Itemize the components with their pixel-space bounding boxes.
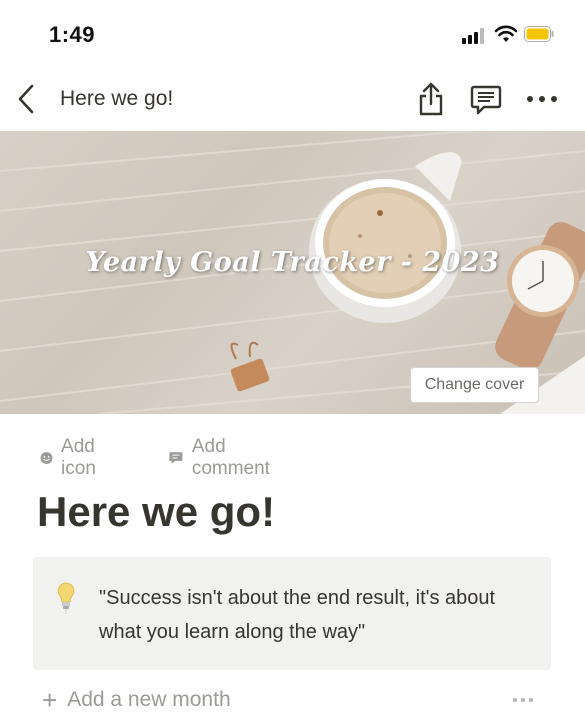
nav-bar: Here we go!: [0, 72, 585, 128]
signal-icon: [462, 28, 488, 44]
comment-bubble-icon: [169, 452, 183, 464]
lightbulb-icon: [57, 582, 75, 614]
add-new-month-label: Add a new month: [67, 688, 231, 711]
back-chevron-icon[interactable]: [12, 80, 42, 118]
callout-block[interactable]: "Success isn't about the end result, it'…: [33, 557, 551, 670]
plus-icon: +: [42, 684, 58, 715]
add-new-month-button[interactable]: + Add a new month: [42, 685, 231, 715]
callout-quote-text: "Success isn't about the end result, it'…: [99, 587, 496, 643]
cover-title-overlay: Yearly Goal Tracker - 2023: [85, 247, 500, 278]
share-icon[interactable]: [414, 80, 448, 118]
add-comment-label: Add comment: [191, 436, 270, 479]
change-cover-button[interactable]: Change cover: [410, 367, 539, 403]
status-time: 1:49: [49, 22, 96, 47]
nav-title: Here we go!: [60, 87, 174, 110]
more-icon[interactable]: [522, 84, 562, 114]
notion-page-screen: 1:49 Here we go! Yearly Goal Tracker - 2…: [0, 0, 585, 728]
add-icon-label: Add icon: [61, 436, 96, 479]
add-comment-button[interactable]: Add comment: [168, 436, 276, 479]
smiley-icon: [40, 452, 53, 464]
wifi-icon: [494, 25, 518, 42]
row-more-icon[interactable]: [510, 690, 536, 710]
battery-icon: [524, 26, 554, 42]
status-bar: 1:49: [0, 0, 585, 68]
page-title[interactable]: Here we go!: [37, 488, 275, 536]
comment-icon[interactable]: [468, 82, 504, 118]
add-icon-button[interactable]: Add icon: [40, 436, 105, 479]
